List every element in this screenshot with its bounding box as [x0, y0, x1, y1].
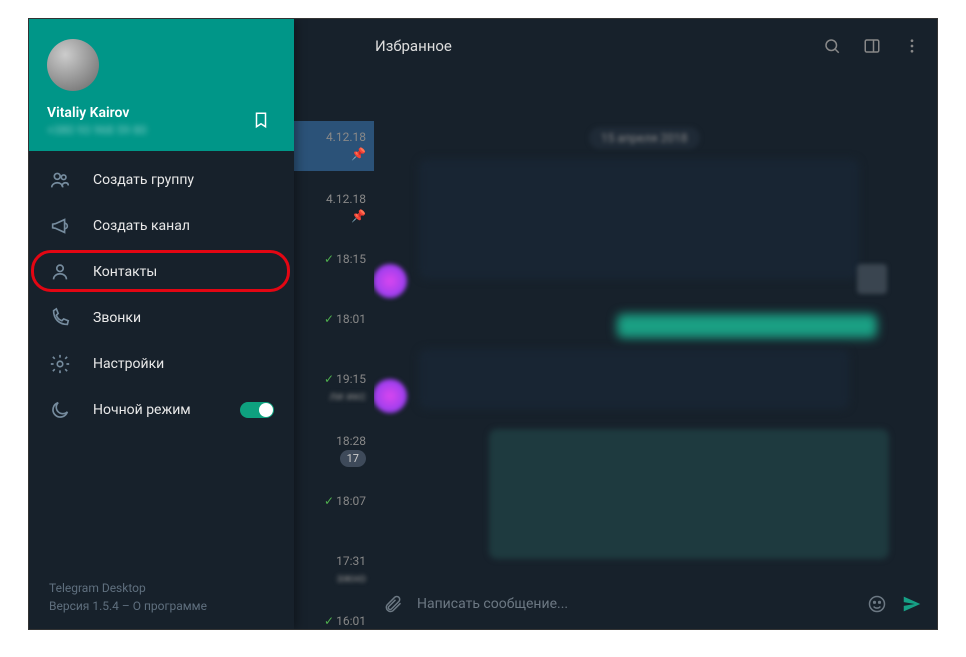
search-icon[interactable]	[823, 37, 841, 55]
calls-item[interactable]: Звонки	[29, 295, 294, 341]
user-icon	[49, 261, 75, 283]
group-icon	[49, 169, 75, 191]
sidepanel-icon[interactable]	[863, 37, 881, 55]
more-icon[interactable]	[903, 37, 921, 55]
chat-list-item[interactable]: 4.12.18📌	[326, 191, 366, 225]
chat-list-item[interactable]: ✓18:15	[324, 251, 366, 268]
drawer-footer: Telegram Desktop Версия 1.5.4 – О програ…	[49, 579, 207, 615]
menu-label: Ночной режим	[93, 402, 191, 418]
chat-list-item[interactable]: ✓18:01	[324, 311, 366, 328]
chat-list-item[interactable]: ✓19:15ли икс	[324, 371, 366, 405]
chat-header: Избранное	[359, 19, 937, 73]
contacts-item[interactable]: Контакты	[29, 249, 294, 295]
link-preview[interactable]	[617, 314, 877, 338]
menu-label: Звонки	[93, 310, 141, 326]
emoji-icon[interactable]	[867, 594, 887, 614]
phone-icon	[49, 307, 75, 329]
send-icon[interactable]	[901, 593, 923, 615]
gear-icon	[49, 353, 75, 375]
new-channel-item[interactable]: Создать канал	[29, 203, 294, 249]
message-input-bar: Написать сообщение...	[369, 579, 937, 629]
app-window: — ☐ ✕ Избранное 15 апреля 2018 4.12.18📌 …	[28, 18, 938, 630]
drawer-menu: Создать группу Создать канал Контакты Зв…	[29, 151, 294, 433]
chat-list-item[interactable]: ✓18:07	[324, 493, 366, 510]
megaphone-icon	[49, 215, 75, 237]
message-avatar[interactable]	[373, 264, 407, 298]
menu-label: Настройки	[93, 356, 164, 372]
chat-list: 4.12.18📌 4.12.18📌 ✓18:15 ✓18:01 ✓19:15ли…	[294, 73, 374, 629]
drawer-header: Vitaliy Kairov +380 93 968 59 80	[29, 19, 294, 151]
chat-list-item[interactable]: 18:2817	[336, 433, 366, 467]
night-mode-toggle[interactable]	[240, 402, 274, 418]
message-avatar[interactable]	[373, 379, 407, 413]
user-avatar[interactable]	[47, 39, 99, 91]
menu-label: Создать канал	[93, 218, 190, 234]
app-name: Telegram Desktop	[49, 579, 207, 597]
message-input[interactable]: Написать сообщение...	[417, 596, 853, 612]
chat-list-item[interactable]: 17:31эжно	[336, 553, 366, 587]
chat-title[interactable]: Избранное	[375, 37, 452, 55]
menu-label: Создать группу	[93, 172, 194, 188]
attach-icon[interactable]	[383, 594, 403, 614]
file-attachment[interactable]	[857, 264, 887, 294]
user-phone: +380 93 968 59 80	[47, 123, 276, 137]
message-bubble[interactable]	[419, 349, 849, 409]
menu-label: Контакты	[93, 264, 157, 280]
night-mode-item[interactable]: Ночной режим	[29, 387, 294, 433]
new-group-item[interactable]: Создать группу	[29, 157, 294, 203]
moon-icon	[49, 399, 75, 421]
settings-item[interactable]: Настройки	[29, 341, 294, 387]
date-separator: 15 апреля 2018	[589, 127, 700, 149]
saved-messages-button[interactable]	[246, 105, 276, 135]
chat-list-item[interactable]: 4.12.18📌	[294, 121, 374, 171]
chat-list-item[interactable]: ✓16:01	[324, 613, 366, 630]
main-menu-drawer: Vitaliy Kairov +380 93 968 59 80 Создать…	[29, 19, 294, 629]
message-bubble[interactable]	[489, 429, 889, 559]
message-bubble[interactable]	[419, 159, 859, 279]
app-version[interactable]: Версия 1.5.4 – О программе	[49, 597, 207, 615]
user-name[interactable]: Vitaliy Kairov	[47, 105, 276, 121]
